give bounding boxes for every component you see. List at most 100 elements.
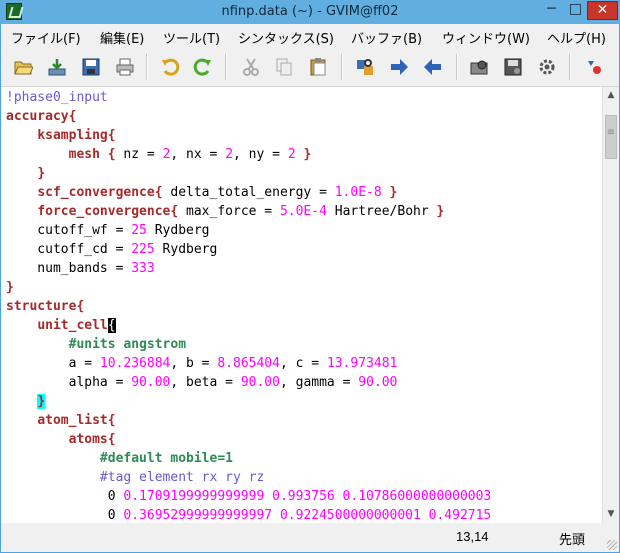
code-token: Rydberg bbox=[146, 223, 210, 238]
code-token: 0.36952999999999997 0.9224500000000001 0… bbox=[123, 508, 492, 523]
code-token: a = bbox=[6, 356, 100, 371]
code-line: 0 0.36952999999999997 0.9224500000000001… bbox=[6, 506, 492, 523]
close-button[interactable]: ✕ bbox=[587, 1, 618, 20]
scroll-down-button[interactable]: ▼ bbox=[603, 506, 619, 523]
save-all-icon[interactable] bbox=[80, 56, 102, 78]
code-line: unit_cell{ bbox=[6, 316, 116, 335]
menu-edit[interactable]: 編集(E) bbox=[100, 28, 144, 47]
paste-icon[interactable] bbox=[307, 56, 329, 78]
code-token: 333 bbox=[131, 261, 155, 276]
scroll-thumb[interactable] bbox=[605, 115, 617, 159]
code-token: atom_list{ bbox=[37, 413, 116, 428]
find-next-icon[interactable] bbox=[388, 56, 410, 78]
toolbar bbox=[1, 48, 619, 87]
save-session-icon[interactable] bbox=[502, 56, 524, 78]
tags-icon[interactable] bbox=[583, 56, 605, 78]
code-line: #tag element rx ry rz bbox=[6, 468, 264, 487]
code-line: #units angstrom bbox=[6, 335, 186, 354]
code-token: nz = bbox=[115, 147, 163, 162]
menu-window[interactable]: ウィンドウ(W) bbox=[442, 28, 530, 47]
window-title: nfinp.data (~) - GVIM@ff02 bbox=[221, 4, 399, 19]
code-token: alpha = bbox=[6, 375, 132, 390]
code-token: 0 bbox=[6, 508, 124, 523]
code-line: } bbox=[6, 164, 45, 183]
code-line: num_bands = 333 bbox=[6, 259, 155, 278]
copy-icon[interactable] bbox=[273, 56, 295, 78]
code-token: max_force = bbox=[178, 204, 280, 219]
menu-syntax[interactable]: シンタックス(S) bbox=[238, 28, 334, 47]
status-bar: 13,14 先頭 bbox=[1, 523, 619, 552]
load-session-icon[interactable] bbox=[468, 56, 490, 78]
code-line: alpha = 90.00, beta = 90.00, gamma = 90.… bbox=[6, 373, 398, 392]
code-line: !phase0_input bbox=[6, 88, 108, 107]
code-token: } bbox=[303, 147, 312, 162]
find-replace-icon[interactable] bbox=[354, 56, 376, 78]
vertical-scrollbar[interactable]: ▲ ▼ bbox=[602, 87, 619, 523]
code-token: cutoff_cd = bbox=[6, 242, 132, 257]
menu-file[interactable]: ファイル(F) bbox=[11, 28, 81, 47]
code-token: } bbox=[436, 204, 445, 219]
cut-icon[interactable] bbox=[240, 56, 262, 78]
undo-icon[interactable] bbox=[159, 56, 181, 78]
text-editor[interactable]: !phase0_input accuracy{ ksampling{ mesh {… bbox=[1, 87, 602, 523]
code-token: 1.0E-8 bbox=[334, 185, 382, 200]
gvim-window: nfinp.data (~) - GVIM@ff02 ─ □ ✕ ファイル(F)… bbox=[0, 0, 620, 553]
redo-icon[interactable] bbox=[192, 56, 214, 78]
maximize-button[interactable]: □ bbox=[564, 1, 587, 20]
matching-paren: } bbox=[37, 394, 46, 409]
code-token: } bbox=[6, 280, 14, 295]
code-token: , beta = bbox=[170, 375, 241, 390]
menu-bar: ファイル(F) 編集(E) ツール(T) シンタックス(S) バッファ(B) ウ… bbox=[1, 24, 619, 48]
code-token: { bbox=[107, 147, 116, 162]
code-token: !phase0_input bbox=[6, 90, 108, 105]
open-icon[interactable] bbox=[12, 56, 34, 78]
code-token: scf_convergence{ bbox=[37, 185, 163, 200]
code-token: 13.973481 bbox=[326, 356, 398, 371]
code-token: 90.00 bbox=[358, 375, 398, 390]
menu-tools[interactable]: ツール(T) bbox=[163, 28, 220, 47]
code-token: , ny = bbox=[233, 147, 288, 162]
code-token: , c = bbox=[279, 356, 327, 371]
code-line: mesh { nz = 2, nx = 2, ny = 2 } bbox=[6, 145, 312, 164]
menu-buffers[interactable]: バッファ(B) bbox=[351, 28, 422, 47]
resize-grip[interactable] bbox=[607, 540, 617, 550]
find-prev-icon[interactable] bbox=[422, 56, 444, 78]
run-script-icon[interactable] bbox=[536, 56, 558, 78]
code-token: 225 bbox=[131, 242, 155, 257]
code-token: mesh bbox=[68, 147, 100, 162]
code-token: Hartree/Bohr bbox=[326, 204, 437, 219]
code-line: atom_list{ bbox=[6, 411, 116, 430]
code-token: } bbox=[389, 185, 398, 200]
code-token: structure{ bbox=[6, 299, 85, 314]
code-line: atoms{ bbox=[6, 430, 116, 449]
code-token: Rydberg bbox=[154, 242, 218, 257]
code-token: cutoff_wf = bbox=[6, 223, 132, 238]
code-token: #default mobile=1 bbox=[99, 451, 233, 466]
minimize-button[interactable]: ─ bbox=[539, 1, 564, 20]
code-token: 25 bbox=[131, 223, 147, 238]
scroll-position: 先頭 bbox=[559, 532, 586, 547]
client-area: ファイル(F) 編集(E) ツール(T) シンタックス(S) バッファ(B) ウ… bbox=[1, 24, 619, 552]
cursor-position: 13,14 bbox=[456, 529, 489, 544]
code-token: ksampling{ bbox=[37, 128, 116, 143]
code-token: num_bands = bbox=[6, 261, 132, 276]
save-icon[interactable] bbox=[46, 56, 68, 78]
menu-help[interactable]: ヘルプ(H) bbox=[547, 28, 606, 47]
code-token: atoms{ bbox=[68, 432, 116, 447]
code-line: } bbox=[6, 278, 14, 297]
title-bar[interactable]: nfinp.data (~) - GVIM@ff02 ─ □ ✕ bbox=[0, 0, 620, 24]
scroll-up-button[interactable]: ▲ bbox=[603, 87, 619, 104]
code-token: 90.00 bbox=[240, 375, 280, 390]
print-icon[interactable] bbox=[114, 56, 136, 78]
code-line: } bbox=[6, 392, 46, 411]
